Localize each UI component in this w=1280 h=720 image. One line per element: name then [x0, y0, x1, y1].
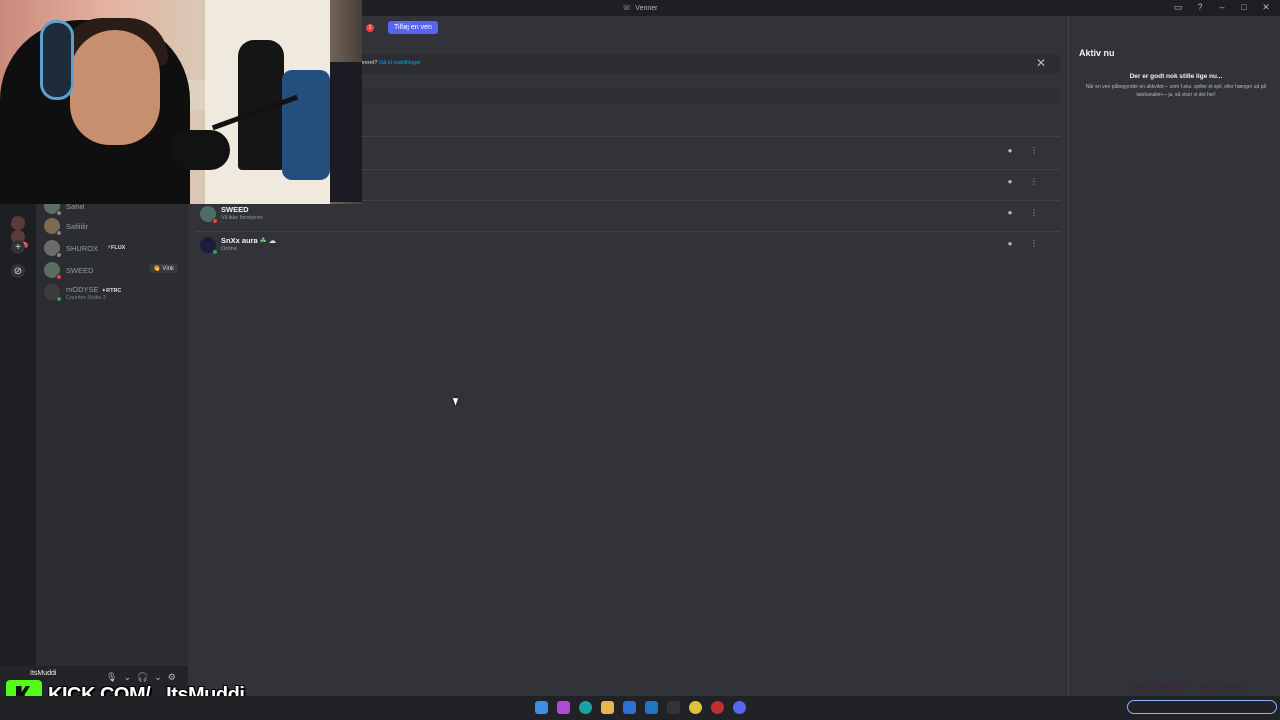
- avatar: [200, 206, 218, 224]
- notification-badge: 1: [366, 24, 374, 32]
- dm-item[interactable]: Safiiilir: [44, 216, 184, 236]
- avatar: [44, 240, 62, 258]
- clan-tag: ⚡FLUX: [107, 245, 126, 251]
- divider: [196, 231, 1060, 232]
- more-icon[interactable]: ⋮: [1028, 176, 1040, 188]
- more-icon[interactable]: ⋮: [1028, 145, 1040, 157]
- close-window-button[interactable]: ✕: [1260, 2, 1272, 13]
- edge-icon[interactable]: [579, 701, 592, 714]
- message-icon[interactable]: ●: [1004, 145, 1016, 157]
- empty-body: Når en ven påbegynder en aktivitet— som …: [1085, 84, 1267, 98]
- system-tray[interactable]: [1127, 700, 1277, 714]
- close-icon[interactable]: ✕: [1036, 56, 1046, 70]
- avatar: [44, 218, 62, 236]
- app-icon[interactable]: [667, 701, 680, 714]
- message-icon[interactable]: ●: [1004, 207, 1016, 219]
- dm-item[interactable]: SHUROX ⚡FLUX: [44, 238, 184, 258]
- folder-icon[interactable]: [601, 701, 614, 714]
- store-icon[interactable]: [623, 701, 636, 714]
- app-icon[interactable]: [711, 701, 724, 714]
- window-title: Venner: [635, 4, 658, 12]
- server-icon[interactable]: [11, 216, 25, 230]
- outlook-icon[interactable]: [645, 701, 658, 714]
- friend-status: Vil ikke forstyrres: [221, 215, 263, 221]
- active-now-title: Aktiv nu: [1079, 48, 1115, 58]
- username: ItsMuddi: [30, 670, 57, 677]
- help-icon[interactable]: ?: [1194, 2, 1206, 13]
- active-now-panel: Aktiv nu Der er godt nok stille lige nu.…: [1068, 16, 1280, 696]
- friend-row[interactable]: SWEED Vil ikke forstyrres ● ⋮: [196, 202, 1060, 226]
- maximize-button[interactable]: □: [1238, 2, 1250, 13]
- more-icon[interactable]: ⋮: [1028, 238, 1040, 250]
- discord-icon[interactable]: [733, 701, 746, 714]
- message-icon[interactable]: ●: [1004, 238, 1016, 250]
- message-icon[interactable]: ●: [1004, 176, 1016, 188]
- friend-name: SnXx aura ☘ ☁: [221, 236, 277, 245]
- friend-name: SWEED: [221, 205, 249, 214]
- friend-status: Online: [221, 246, 237, 252]
- dm-item[interactable]: mODYSE ✦RTRC Counter-Strike 2: [44, 282, 184, 302]
- more-icon[interactable]: ⋮: [1028, 207, 1040, 219]
- empty-heading: Der er godt nok stille lige nu...: [1129, 73, 1223, 80]
- avatar: [200, 237, 218, 255]
- discover-icon[interactable]: ⊘: [11, 264, 25, 278]
- taskbar: [0, 696, 1280, 720]
- add-server-icon[interactable]: +: [11, 240, 25, 254]
- chrome-icon[interactable]: [689, 701, 702, 714]
- settings-link[interactable]: Gå til indstillinger: [379, 60, 421, 66]
- friend-row[interactable]: SnXx aura ☘ ☁ Online ● ⋮: [196, 233, 1060, 257]
- friends-icon: ☏: [622, 5, 632, 12]
- copilot-icon[interactable]: [557, 701, 570, 714]
- clan-tag: ✦RTRC: [101, 288, 122, 294]
- wave-button[interactable]: 👋 Vink: [149, 264, 178, 273]
- dm-item[interactable]: SWEED 👋 Vink: [44, 260, 184, 280]
- start-icon[interactable]: [535, 701, 548, 714]
- add-friend-button[interactable]: Tilføj en ven: [388, 21, 438, 34]
- webcam-overlay: [0, 0, 362, 204]
- banner-text: oreret?: [360, 60, 378, 66]
- info-banner: oreret? Gå til indstillinger ✕: [360, 54, 1060, 74]
- minimize-button[interactable]: –: [1216, 2, 1228, 13]
- avatar: [44, 284, 62, 302]
- inbox-icon[interactable]: ▭: [1172, 2, 1184, 13]
- followers-overlay: FOLLOWERS 622 / 1000: [1130, 682, 1243, 691]
- search-input[interactable]: [360, 88, 1060, 104]
- avatar: [44, 262, 62, 280]
